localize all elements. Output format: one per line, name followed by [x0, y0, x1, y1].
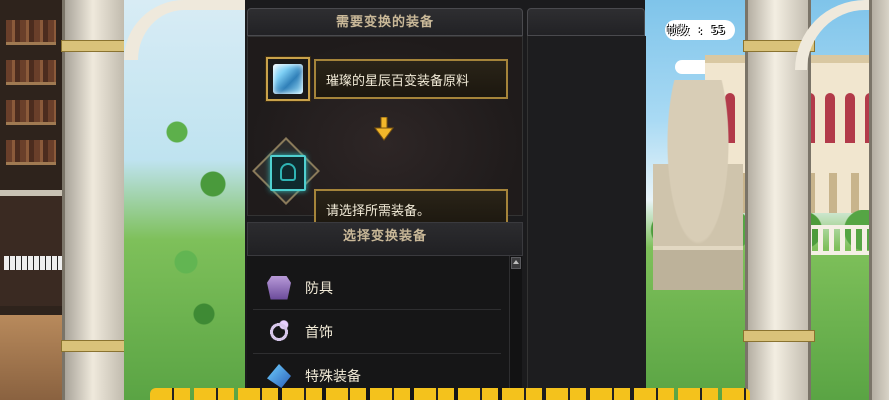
equipment-slot-frame	[252, 137, 320, 205]
special-gear-icon	[267, 364, 291, 388]
cropped-caption-banner	[150, 388, 750, 400]
list-item-armor[interactable]: 防具	[253, 266, 501, 310]
scroll-up-button[interactable]	[511, 257, 521, 269]
equipment-transform-panel: 需要变换的装备 璀璨的星辰百变装备原料 请选择所需装备。 选择变换装备 防具 首…	[245, 0, 646, 400]
equipment-category-list: 防具 首饰 特殊装备	[247, 256, 509, 400]
ivy-vines	[150, 80, 240, 340]
down-arrow-icon	[374, 117, 394, 141]
list-item-label: 防具	[305, 280, 333, 297]
list-item-label: 首饰	[305, 324, 333, 341]
crystal-gem-icon	[273, 64, 303, 94]
tab-title: 需要变换的装备	[335, 15, 434, 30]
marble-pillar	[869, 0, 889, 400]
list-item-label: 特殊装备	[305, 369, 361, 385]
tab-title	[528, 9, 644, 37]
preview-column	[527, 36, 646, 400]
tab-equipment-to-transform[interactable]: 需要变换的装备	[247, 8, 523, 36]
list-item-accessory[interactable]: 首饰	[253, 310, 501, 354]
section-title: 选择变换装备	[342, 229, 427, 244]
marble-pillar	[61, 0, 133, 400]
material-slot[interactable]	[266, 57, 310, 101]
piano	[0, 190, 70, 306]
material-name: 璀璨的星辰百变装备原料	[314, 59, 508, 99]
background-library-scene	[0, 0, 245, 400]
list-scrollbar[interactable]	[509, 256, 522, 400]
ring-icon	[267, 319, 291, 344]
statue	[653, 80, 743, 290]
background-palace-garden	[645, 0, 889, 400]
armor-icon	[267, 275, 291, 300]
equipment-slot-icon	[280, 163, 296, 181]
select-section-header: 选择变换装备	[247, 222, 523, 256]
transform-input-section: 璀璨的星辰百变装备原料 请选择所需装备。	[247, 36, 523, 229]
fps-counter: 帧数 : 55	[667, 24, 726, 37]
tab-secondary[interactable]	[527, 8, 645, 36]
equipment-slot[interactable]	[270, 155, 306, 191]
